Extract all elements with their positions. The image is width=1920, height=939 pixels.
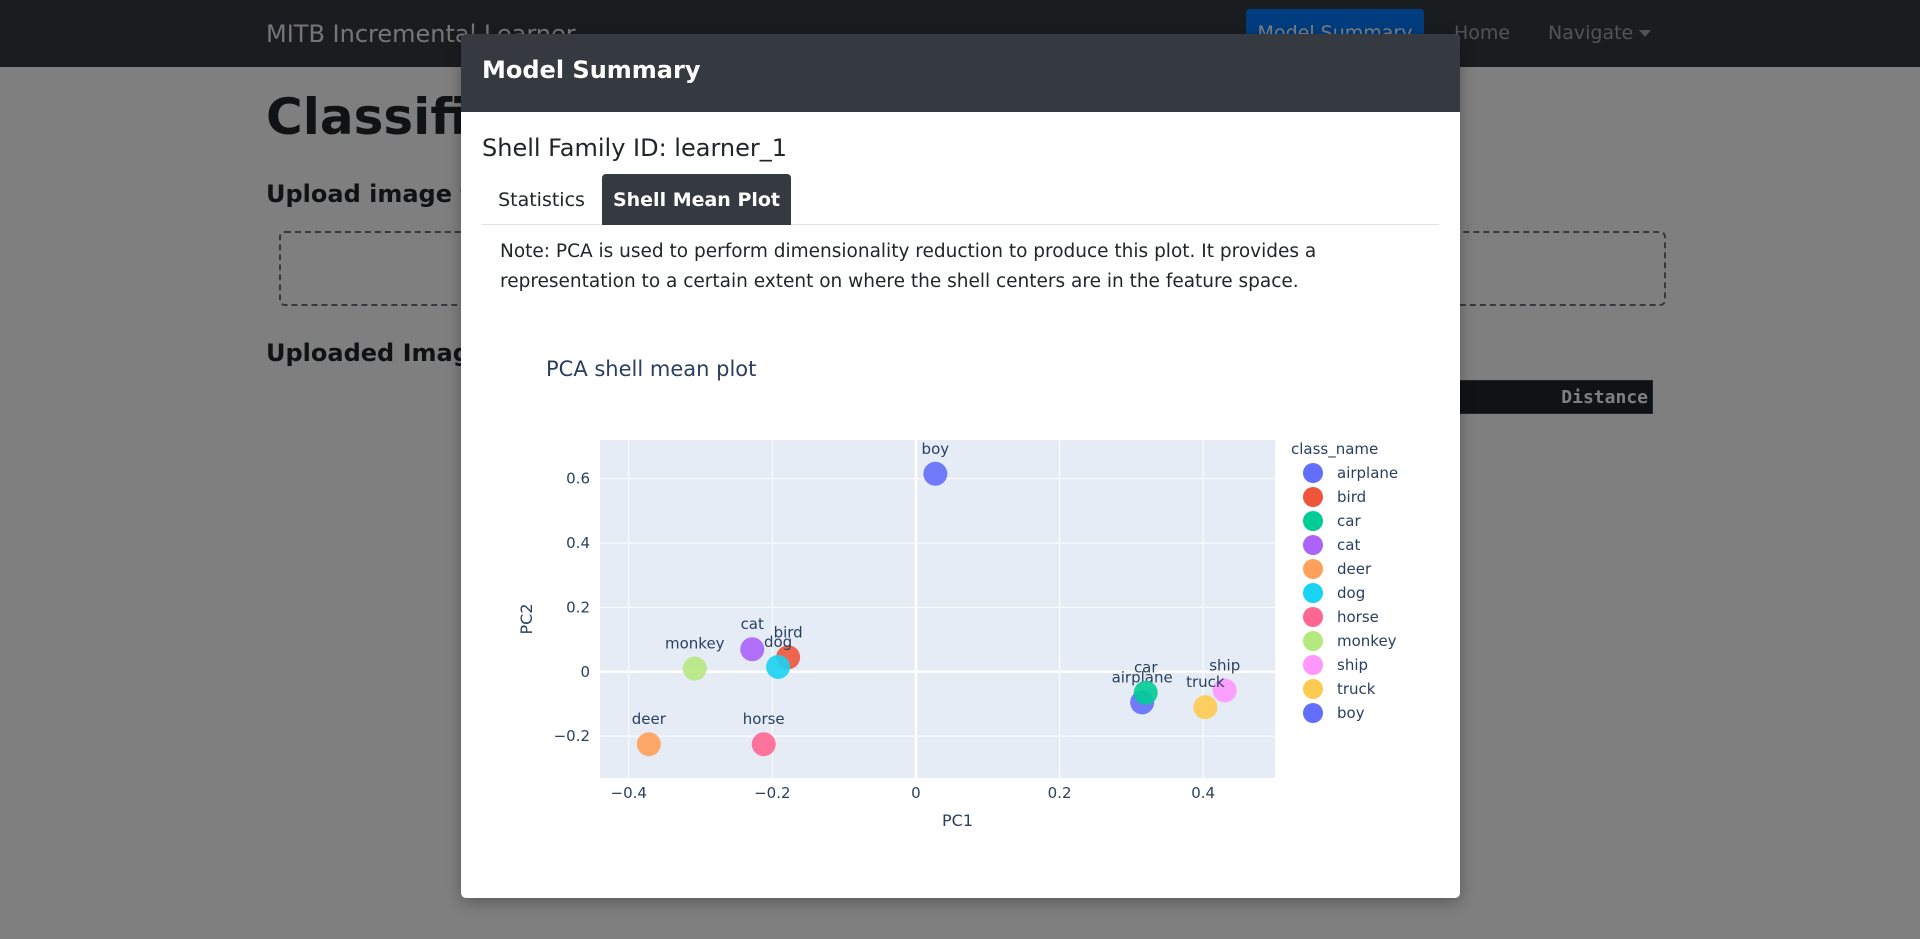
legend-item-truck: truck bbox=[1337, 680, 1376, 698]
x-tick-label: 0 bbox=[911, 784, 921, 802]
legend-item-boy: boy bbox=[1337, 704, 1365, 722]
y-tick-label: −0.2 bbox=[554, 727, 590, 745]
legend-item-bird: bird bbox=[1337, 488, 1366, 506]
data-label-cat: cat bbox=[741, 615, 764, 633]
legend-item-dog: dog bbox=[1337, 584, 1365, 602]
data-label-ship: ship bbox=[1209, 656, 1240, 674]
data-label-truck: truck bbox=[1186, 673, 1225, 691]
legend-item-deer: deer bbox=[1337, 560, 1372, 578]
data-point-monkey bbox=[682, 656, 707, 681]
legend-item-cat: cat bbox=[1337, 536, 1360, 554]
legend-item-horse: horse bbox=[1337, 608, 1379, 626]
legend-item-airplane: airplane bbox=[1337, 464, 1398, 482]
x-axis-label: PC1 bbox=[942, 811, 973, 830]
data-point-car bbox=[1133, 680, 1158, 705]
legend-marker-dog bbox=[1303, 583, 1323, 603]
y-tick-label: 0.4 bbox=[566, 534, 590, 552]
legend-item-ship: ship bbox=[1337, 656, 1368, 674]
data-point-cat bbox=[740, 637, 765, 662]
x-tick-label: −0.4 bbox=[611, 784, 647, 802]
model-summary-modal: Model Summary Shell Family ID: learner_1… bbox=[461, 34, 1460, 898]
data-point-dog bbox=[766, 654, 791, 679]
y-tick-label: 0.2 bbox=[566, 598, 590, 616]
legend-item-car: car bbox=[1337, 512, 1361, 530]
legend-marker-airplane bbox=[1303, 463, 1323, 483]
y-axis-label: PC2 bbox=[517, 604, 536, 635]
legend-item-monkey: monkey bbox=[1337, 632, 1397, 650]
legend-marker-ship bbox=[1303, 655, 1323, 675]
data-label-monkey: monkey bbox=[665, 635, 725, 653]
data-point-truck bbox=[1193, 695, 1218, 720]
legend-marker-monkey bbox=[1303, 631, 1323, 651]
data-point-deer bbox=[636, 732, 661, 757]
x-tick-label: −0.2 bbox=[754, 784, 790, 802]
plot-area[interactable] bbox=[600, 440, 1275, 778]
y-tick-label: 0.6 bbox=[566, 470, 590, 488]
data-label-car: car bbox=[1134, 659, 1158, 677]
data-label-dog: dog bbox=[764, 633, 792, 651]
x-tick-label: 0.2 bbox=[1048, 784, 1072, 802]
legend-marker-horse bbox=[1303, 607, 1323, 627]
data-point-boy bbox=[923, 461, 948, 486]
legend-marker-truck bbox=[1303, 679, 1323, 699]
data-point-horse bbox=[751, 732, 776, 757]
chart-title: PCA shell mean plot bbox=[546, 357, 756, 381]
data-label-horse: horse bbox=[743, 710, 785, 728]
legend-marker-car bbox=[1303, 511, 1323, 531]
y-tick-label: 0 bbox=[580, 663, 590, 681]
legend-marker-deer bbox=[1303, 559, 1323, 579]
legend-marker-boy bbox=[1303, 703, 1323, 723]
data-label-deer: deer bbox=[632, 710, 667, 728]
legend-marker-bird bbox=[1303, 487, 1323, 507]
chart-legend: class_name airplane bird car cat deer dog hors… bbox=[1291, 440, 1398, 723]
data-label-boy: boy bbox=[922, 440, 950, 458]
pca-scatter-chart[interactable]: PCA shell mean plot −0.4 −0.2 0 0.2 0.4 −0.2 0… bbox=[461, 34, 1460, 898]
legend-title: class_name bbox=[1291, 440, 1378, 459]
legend-marker-cat bbox=[1303, 535, 1323, 555]
x-tick-label: 0.4 bbox=[1191, 784, 1215, 802]
